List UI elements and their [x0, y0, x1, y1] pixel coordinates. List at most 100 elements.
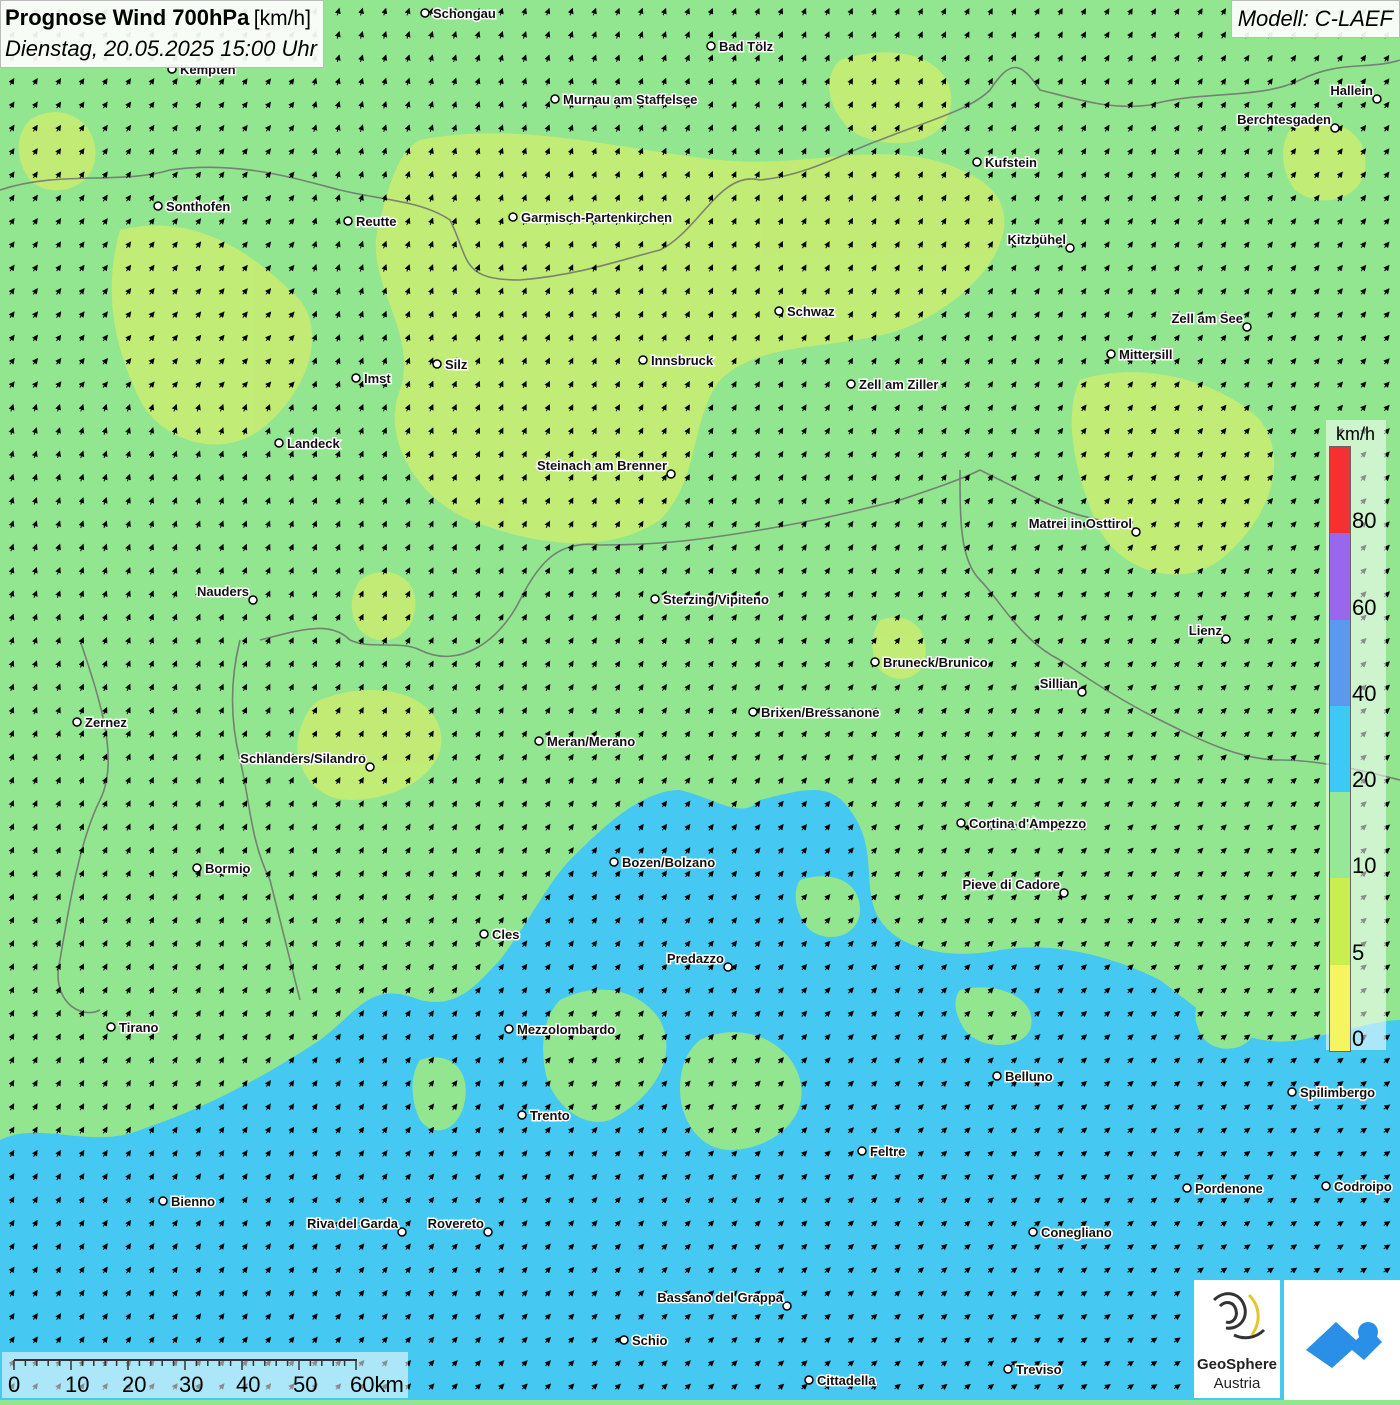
legend-bar — [1329, 446, 1351, 1052]
city-dot[interactable] — [1065, 243, 1075, 253]
city-dot[interactable] — [365, 762, 375, 772]
city-dot[interactable] — [992, 1071, 1002, 1081]
city-dot[interactable] — [550, 94, 560, 104]
city-label: Steinach am Brenner — [537, 458, 667, 473]
city-dot[interactable] — [1003, 1364, 1013, 1374]
city-label: Reutte — [356, 214, 396, 229]
city-label: Treviso — [1016, 1362, 1062, 1377]
city-dot[interactable] — [420, 8, 430, 18]
legend-label: 40 — [1352, 680, 1377, 706]
city-label: Berchtesgaden — [1237, 112, 1331, 127]
geosphere-emblem-icon — [1212, 1292, 1266, 1340]
city-label: Pordenone — [1195, 1181, 1263, 1196]
legend-swatch — [1330, 792, 1350, 879]
city-label: Predazzo — [667, 951, 724, 966]
city-label: Nauders — [197, 584, 249, 599]
city-dot[interactable] — [956, 818, 966, 828]
legend-label: 60 — [1352, 594, 1377, 620]
city-dot[interactable] — [72, 717, 82, 727]
city-dot[interactable] — [517, 1110, 527, 1120]
city-dot[interactable] — [1242, 322, 1252, 332]
scale-label: 30 — [179, 1372, 204, 1397]
city-dot[interactable] — [106, 1022, 116, 1032]
city-dot[interactable] — [870, 657, 880, 667]
legend-swatch — [1330, 447, 1350, 534]
city-label: Codroipo — [1334, 1179, 1392, 1194]
city-label: Matrei in Osttirol — [1029, 516, 1132, 531]
city-dot[interactable] — [609, 857, 619, 867]
city-label: Silz — [445, 357, 468, 372]
city-dot[interactable] — [1287, 1087, 1297, 1097]
city-dot[interactable] — [774, 306, 784, 316]
city-label: Mittersill — [1119, 347, 1172, 362]
city-label: Schlanders/Silandro — [240, 751, 366, 766]
scale-label: 10 — [65, 1372, 90, 1397]
city-dot[interactable] — [483, 1227, 493, 1237]
city-dot[interactable] — [972, 157, 982, 167]
city-dot[interactable] — [748, 707, 758, 717]
city-label: Zernez — [85, 715, 127, 730]
city-label: Bormio — [205, 861, 251, 876]
city-dot[interactable] — [846, 379, 856, 389]
city-dot[interactable] — [706, 41, 716, 51]
city-label: Imst — [364, 371, 391, 386]
city-dot[interactable] — [1330, 123, 1340, 133]
city-label: Pieve di Cadore — [962, 877, 1060, 892]
legend-unit: km/h — [1336, 424, 1376, 444]
city-label: Zell am Ziller — [859, 377, 938, 392]
city-label: Belluno — [1005, 1069, 1053, 1084]
city-dot[interactable] — [343, 216, 353, 226]
city-dot[interactable] — [1131, 527, 1141, 537]
city-label: Murnau am Staffelsee — [563, 92, 697, 107]
city-dot[interactable] — [508, 212, 518, 222]
city-label: Schwaz — [787, 304, 835, 319]
city-dot[interactable] — [248, 595, 258, 605]
city-label: Kufstein — [985, 155, 1037, 170]
city-label: Lienz — [1189, 623, 1223, 638]
city-dot[interactable] — [619, 1335, 629, 1345]
city-dot[interactable] — [804, 1375, 814, 1385]
city-label: Garmisch-Partenkirchen — [521, 210, 672, 225]
city-dot[interactable] — [534, 736, 544, 746]
app-logo — [1284, 1280, 1400, 1400]
city-dot[interactable] — [274, 438, 284, 448]
geosphere-logo: GeoSphere Austria — [1194, 1280, 1280, 1398]
city-dot[interactable] — [479, 929, 489, 939]
city-dot[interactable] — [153, 201, 163, 211]
city-label: Cortina d'Ampezzo — [969, 816, 1086, 831]
city-dot[interactable] — [857, 1146, 867, 1156]
cloud-mountain-icon — [1306, 1322, 1382, 1368]
city-dot[interactable] — [1106, 349, 1116, 359]
city-dot[interactable] — [782, 1301, 792, 1311]
city-dot[interactable] — [432, 359, 442, 369]
city-label: Bienno — [171, 1194, 215, 1209]
city-label: Mezzolombardo — [517, 1022, 615, 1037]
legend-label: 10 — [1352, 853, 1377, 879]
city-dot[interactable] — [192, 863, 202, 873]
city-label: Zell am See — [1171, 311, 1243, 326]
legend-swatch — [1330, 705, 1350, 793]
city-dot[interactable] — [1028, 1227, 1038, 1237]
city-dot[interactable] — [397, 1227, 407, 1237]
city-dot[interactable] — [1059, 888, 1069, 898]
color-legend: km/h 0 5 10 20 40 60 80 — [1326, 420, 1386, 1052]
city-label: Innsbruck — [651, 353, 714, 368]
city-dot[interactable] — [1077, 687, 1087, 697]
city-dot[interactable] — [1221, 634, 1231, 644]
city-dot[interactable] — [504, 1024, 514, 1034]
city-dot[interactable] — [666, 469, 676, 479]
legend-label: 0 — [1352, 1026, 1365, 1051]
city-label: Bruneck/Brunico — [883, 655, 988, 670]
city-dot[interactable] — [638, 355, 648, 365]
city-dot[interactable] — [723, 962, 733, 972]
city-dot[interactable] — [1321, 1181, 1331, 1191]
city-dot[interactable] — [158, 1196, 168, 1206]
map-unit: [km/h] — [253, 7, 311, 30]
city-dot[interactable] — [650, 594, 660, 604]
city-label: Bad Tölz — [719, 39, 774, 54]
city-dot[interactable] — [1182, 1183, 1192, 1193]
scale-label: 20 — [122, 1372, 147, 1397]
wind-map[interactable]: SchongauBad TölzKemptenMurnau am Staffel… — [0, 0, 1400, 1400]
city-dot[interactable] — [351, 373, 361, 383]
city-dot[interactable] — [1372, 94, 1382, 104]
